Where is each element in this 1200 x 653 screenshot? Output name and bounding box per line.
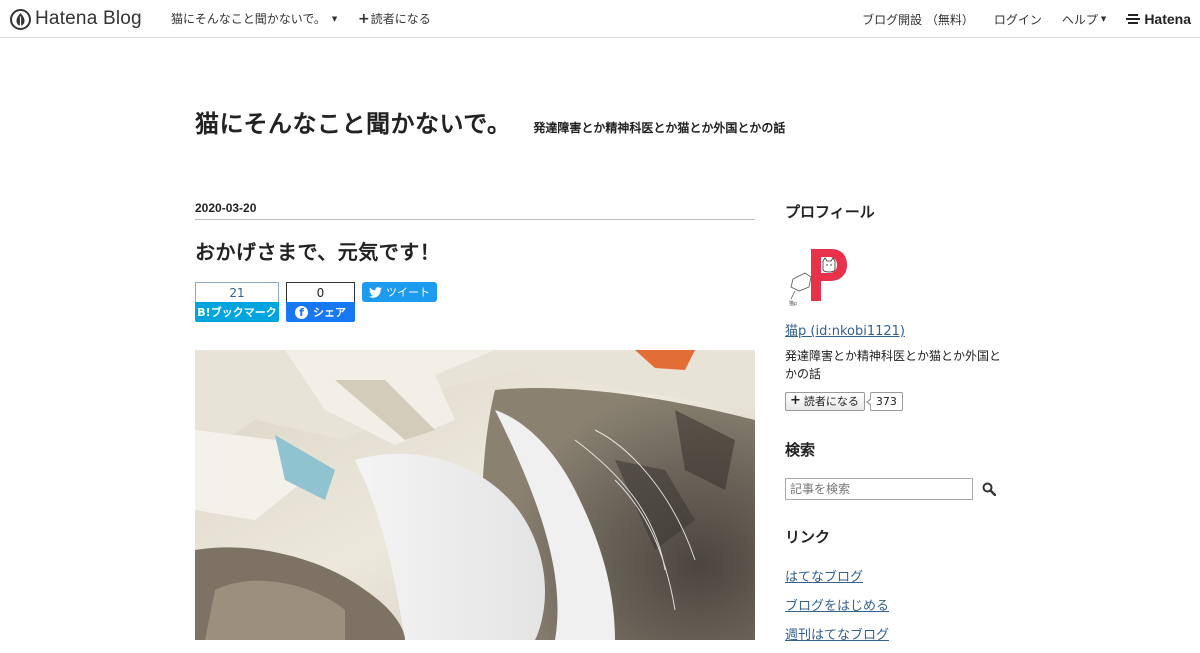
sidebar: プロフィール 猫p 猫p (id:nkobi1121) 発達障害とか精神科医とか… <box>785 201 1015 653</box>
profile-p-icon: 猫p <box>785 243 849 307</box>
profile-subscribe-button[interactable]: + 読者になる <box>785 391 865 411</box>
hatena-link[interactable]: Hatena <box>1126 11 1191 27</box>
help-label: ヘルプ <box>1061 12 1098 27</box>
hatena-blog-logo-icon <box>10 8 31 30</box>
hatena-label: Hatena <box>1144 11 1191 27</box>
link-hatena-blog[interactable]: はてなブログ <box>785 570 863 585</box>
entry: 2020-03-20 おかげさまで、元気です！ 21 B! ブックマーク 0 f … <box>195 201 755 640</box>
search-input[interactable] <box>785 478 973 500</box>
svg-text:猫p: 猫p <box>789 300 797 307</box>
search-icon[interactable] <box>982 482 996 496</box>
logo-text: Hatena Blog <box>35 8 142 29</box>
bookmark-label-bar[interactable]: B! ブックマーク <box>195 302 279 322</box>
link-list: はてなブログ ブログをはじめる 週刊はてなブログ <box>785 566 1015 643</box>
bookmark-b-icon: B! <box>197 305 211 319</box>
entry-title[interactable]: おかげさまで、元気です！ <box>195 236 755 265</box>
profile-subscribe-row: + 読者になる 373 <box>785 391 1015 411</box>
bookmark-button[interactable]: 21 B! ブックマーク <box>195 282 279 322</box>
list-item: はてなブログ <box>785 566 1015 585</box>
tweet-button[interactable]: ツイート <box>362 282 437 302</box>
cat-photo-image <box>195 350 755 640</box>
share-count: 0 <box>286 282 355 302</box>
share-label-bar[interactable]: f シェア <box>286 302 355 322</box>
blog-description: 発達障害とか精神科医とか猫とか外国とかの話 <box>533 121 786 135</box>
facebook-share-button[interactable]: 0 f シェア <box>286 282 355 322</box>
caret-down-icon: ▼ <box>331 14 338 23</box>
bookmark-count[interactable]: 21 <box>195 282 279 302</box>
caret-down-icon: ▼ <box>1100 15 1107 23</box>
profile-description: 発達障害とか精神科医とか猫とか外国とかの話 <box>785 349 1002 381</box>
link-weekly-hatena-blog[interactable]: 週刊はてなブログ <box>785 628 889 643</box>
profile-name-link[interactable]: 猫p (id:nkobi1121) <box>785 320 1015 339</box>
profile-avatar[interactable]: 猫p <box>785 243 849 307</box>
blog-title[interactable]: 猫にそんなこと聞かないで。 <box>195 104 511 139</box>
share-label: シェア <box>313 306 346 319</box>
global-header: Hatena Blog 猫にそんなこと聞かないで。 ▼ + 読者になる ブログ開… <box>0 0 1200 38</box>
list-item: 週刊はてなブログ <box>785 624 1015 643</box>
subscriber-count[interactable]: 373 <box>865 391 903 411</box>
hatena-blog-logo[interactable]: Hatena Blog <box>10 7 142 31</box>
help-menu[interactable]: ヘルプ ▼ <box>1062 11 1106 28</box>
search-form <box>785 478 1015 500</box>
plus-icon: + <box>790 393 801 408</box>
login-link[interactable]: ログイン <box>994 11 1042 28</box>
list-item: ブログをはじめる <box>785 595 1015 614</box>
subscribe-header-button[interactable]: + 読者になる <box>358 10 431 27</box>
profile-title: プロフィール <box>785 203 875 221</box>
facebook-icon: f <box>295 305 308 319</box>
profile-subscribe-label: 読者になる <box>803 395 859 408</box>
search-title: 検索 <box>785 441 816 459</box>
twitter-bird-icon <box>369 286 382 298</box>
entry-date[interactable]: 2020-03-20 <box>195 201 755 220</box>
bookmark-label: ブックマーク <box>210 306 277 319</box>
social-buttons: 21 B! ブックマーク 0 f シェア ツイート <box>195 282 755 322</box>
subscribe-header-label: 読者になる <box>370 12 431 26</box>
entry-photo[interactable] <box>195 350 755 640</box>
blog-title-area: 猫にそんなこと聞かないで。 発達障害とか精神科医とか猫とか外国とかの話 <box>195 104 785 139</box>
blog-menu[interactable]: 猫にそんなこと聞かないで。 ▼ <box>171 10 337 27</box>
plus-icon: + <box>358 10 370 27</box>
open-blog-link[interactable]: ブログ開設 （無料） <box>862 11 974 28</box>
blog-menu-label: 猫にそんなこと聞かないで。 <box>171 12 326 26</box>
hatena-mark-icon <box>1126 14 1141 24</box>
link-start-blog[interactable]: ブログをはじめる <box>785 599 889 614</box>
tweet-label: ツイート <box>386 286 430 299</box>
links-title: リンク <box>785 528 831 546</box>
header-right-menu: ブログ開設 （無料） ログイン ヘルプ ▼ Hatena <box>862 10 1200 28</box>
